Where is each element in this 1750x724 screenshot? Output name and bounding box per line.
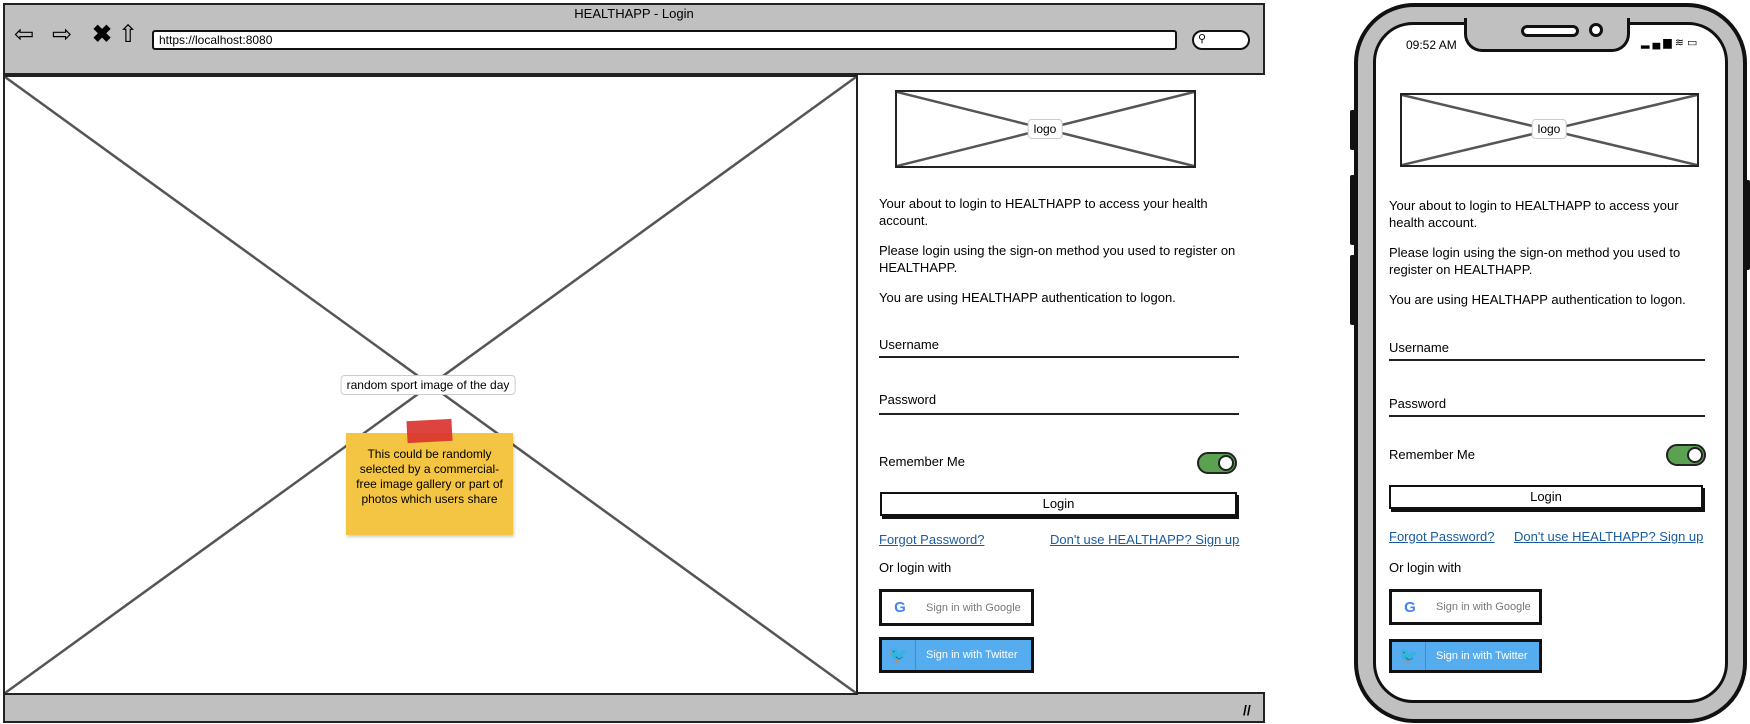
phone-username-input[interactable] <box>1389 359 1705 361</box>
phone-password-input[interactable] <box>1389 415 1705 417</box>
phone-twitter-signin-button[interactable]: 🐦 Sign in with Twitter <box>1389 639 1542 673</box>
phone-remember-me-toggle[interactable] <box>1666 444 1706 466</box>
phone-remember-me-label: Remember Me <box>1389 447 1475 462</box>
forward-arrow-icon[interactable]: ⇨ <box>52 22 72 48</box>
twitter-signin-button[interactable]: 🐦 Sign in with Twitter <box>879 637 1034 673</box>
status-icons: ▂▄▆≋▭ <box>1641 36 1700 49</box>
twitter-bird-icon: 🐦 <box>882 640 916 670</box>
username-label: Username <box>879 337 939 352</box>
camera-icon <box>1589 23 1603 37</box>
phone-notch <box>1464 18 1630 52</box>
or-login-with-label: Or login with <box>879 560 952 575</box>
phone-login-button[interactable]: Login <box>1389 485 1703 509</box>
window-title: HEALTHAPP - Login <box>574 6 694 21</box>
back-arrow-icon[interactable]: ⇦ <box>14 22 34 48</box>
logo-label: logo <box>1027 119 1063 139</box>
intro-text-3: You are using HEALTHAPP authentication t… <box>879 290 1176 305</box>
phone-google-button-label: Sign in with Google <box>1436 601 1531 613</box>
signup-link[interactable]: Don't use HEALTHAPP? Sign up <box>1050 532 1239 547</box>
resize-handle-icon[interactable]: // <box>1243 702 1251 718</box>
remember-me-label: Remember Me <box>879 454 965 469</box>
battery-icon: ▭ <box>1686 37 1701 49</box>
phone-intro-text-1: Your about to login to HEALTHAPP to acce… <box>1389 198 1679 230</box>
password-input[interactable] <box>879 413 1239 415</box>
sticky-note: This could be randomly selected by a com… <box>346 433 513 535</box>
search-button[interactable]: ⚲ <box>1192 30 1250 50</box>
tape-icon <box>406 418 453 444</box>
phone-logo-label: logo <box>1531 119 1567 139</box>
phone-intro-text-3: You are using HEALTHAPP authentication t… <box>1389 292 1686 307</box>
phone-password-label: Password <box>1389 396 1447 411</box>
twitter-bird-icon: 🐦 <box>1392 642 1426 670</box>
twitter-button-label: Sign in with Twitter <box>926 649 1018 661</box>
login-button[interactable]: Login <box>880 492 1237 516</box>
intro-text-2: Please login using the sign-on method yo… <box>879 243 1236 275</box>
phone-or-login-with-label: Or login with <box>1389 560 1462 575</box>
forgot-password-link[interactable]: Forgot Password? <box>879 532 985 547</box>
close-icon[interactable]: ✖ <box>92 22 112 48</box>
phone-forgot-password-link[interactable]: Forgot Password? <box>1389 529 1495 544</box>
remember-me-toggle[interactable] <box>1197 452 1237 474</box>
password-label: Password <box>879 392 937 407</box>
phone-twitter-button-label: Sign in with Twitter <box>1436 650 1528 662</box>
wifi-icon: ≋ <box>1674 37 1687 49</box>
username-input[interactable] <box>879 356 1239 358</box>
speaker-icon <box>1521 25 1579 37</box>
google-button-label: Sign in with Google <box>926 601 1021 614</box>
hero-image-label: random sport image of the day <box>340 375 516 395</box>
phone-intro-text-2: Please login using the sign-on method yo… <box>1389 245 1681 277</box>
url-bar[interactable]: https://localhost:8080 <box>152 30 1177 50</box>
intro-text-1: Your about to login to HEALTHAPP to acce… <box>879 196 1208 228</box>
home-icon[interactable]: ⇧ <box>118 22 138 48</box>
google-icon: G <box>1404 598 1416 616</box>
phone-google-signin-button[interactable]: G Sign in with Google <box>1389 589 1542 625</box>
phone-username-label: Username <box>1389 340 1449 355</box>
phone-signup-link[interactable]: Don't use HEALTHAPP? Sign up <box>1514 529 1703 544</box>
search-icon: ⚲ <box>1198 33 1207 45</box>
google-icon: G <box>894 599 906 616</box>
signal-icon: ▂▄▆ <box>1641 37 1675 49</box>
google-signin-button[interactable]: G Sign in with Google <box>879 589 1034 626</box>
status-time: 09:52 AM <box>1406 38 1457 52</box>
